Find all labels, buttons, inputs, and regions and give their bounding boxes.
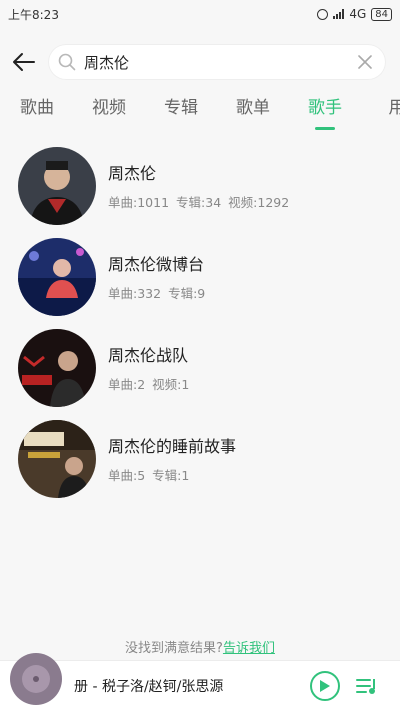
singer-stats: 单曲:332 专辑:9 <box>108 286 206 301</box>
play-icon <box>320 680 330 692</box>
list-item[interactable]: 周杰伦的睡前故事 单曲:5 专辑:1 <box>0 413 400 504</box>
singer-name: 周杰伦的睡前故事 <box>108 437 237 456</box>
status-icons: 4G 84 <box>317 7 392 21</box>
category-tabs: 歌曲 视频 专辑 歌单 歌手 用 <box>0 90 400 132</box>
singer-stats: 单曲:5 专辑:1 <box>108 468 190 483</box>
search-icon <box>58 53 76 71</box>
list-item[interactable]: 周杰伦战队 单曲:2 视频:1 <box>0 322 400 413</box>
avatar <box>18 237 96 316</box>
battery-icon: 84 <box>371 7 392 21</box>
list-item[interactable]: 周杰伦微博台 单曲:332 专辑:9 <box>0 231 400 322</box>
feedback-link[interactable]: 告诉我们 <box>223 641 275 656</box>
tab-playlists[interactable]: 歌单 <box>217 90 289 132</box>
network-label: 4G <box>349 7 367 21</box>
avatar <box>18 328 96 407</box>
avatar <box>18 146 96 225</box>
tab-singers[interactable]: 歌手 <box>289 90 361 132</box>
search-header <box>0 36 400 88</box>
tab-videos[interactable]: 视频 <box>73 90 145 132</box>
now-playing-title: 册 - 税子洛/赵钶/张思源 <box>74 679 224 695</box>
singer-stats: 单曲:2 视频:1 <box>108 377 190 392</box>
alarm-icon <box>317 8 329 20</box>
tab-songs[interactable]: 歌曲 <box>1 90 73 132</box>
close-icon <box>358 55 372 69</box>
status-time: 上午8:23 <box>8 7 59 22</box>
album-cover[interactable] <box>10 653 62 705</box>
clear-search-button[interactable] <box>354 51 376 73</box>
feedback-text: 没找到满意结果? <box>125 641 223 656</box>
singer-name: 周杰伦 <box>108 164 157 183</box>
singer-stats: 单曲:1011 专辑:34 视频:1292 <box>108 195 290 210</box>
list-item[interactable]: 周杰伦 单曲:1011 专辑:34 视频:1292 <box>0 140 400 231</box>
tab-albums[interactable]: 专辑 <box>145 90 217 132</box>
feedback-hint: 没找到满意结果?告诉我们 <box>0 637 400 656</box>
status-bar: 上午8:23 4G 84 <box>0 0 400 28</box>
back-button[interactable] <box>2 40 46 84</box>
search-input[interactable] <box>84 53 354 71</box>
playlist-button[interactable] <box>352 671 382 701</box>
singer-results-list: 周杰伦 单曲:1011 专辑:34 视频:1292 周杰伦微博台 单曲:332 专辑:… <box>0 140 400 504</box>
playlist-icon <box>356 679 375 694</box>
singer-name: 周杰伦微博台 <box>108 255 205 274</box>
back-arrow-icon <box>13 53 35 71</box>
singer-name: 周杰伦战队 <box>108 346 189 365</box>
avatar <box>18 419 96 498</box>
tab-users[interactable]: 用 <box>361 90 400 132</box>
play-button[interactable] <box>310 671 340 701</box>
search-box[interactable] <box>48 44 386 80</box>
mini-player: 册 - 税子洛/赵钶/张思源 <box>0 653 400 711</box>
signal-icon <box>333 9 345 19</box>
